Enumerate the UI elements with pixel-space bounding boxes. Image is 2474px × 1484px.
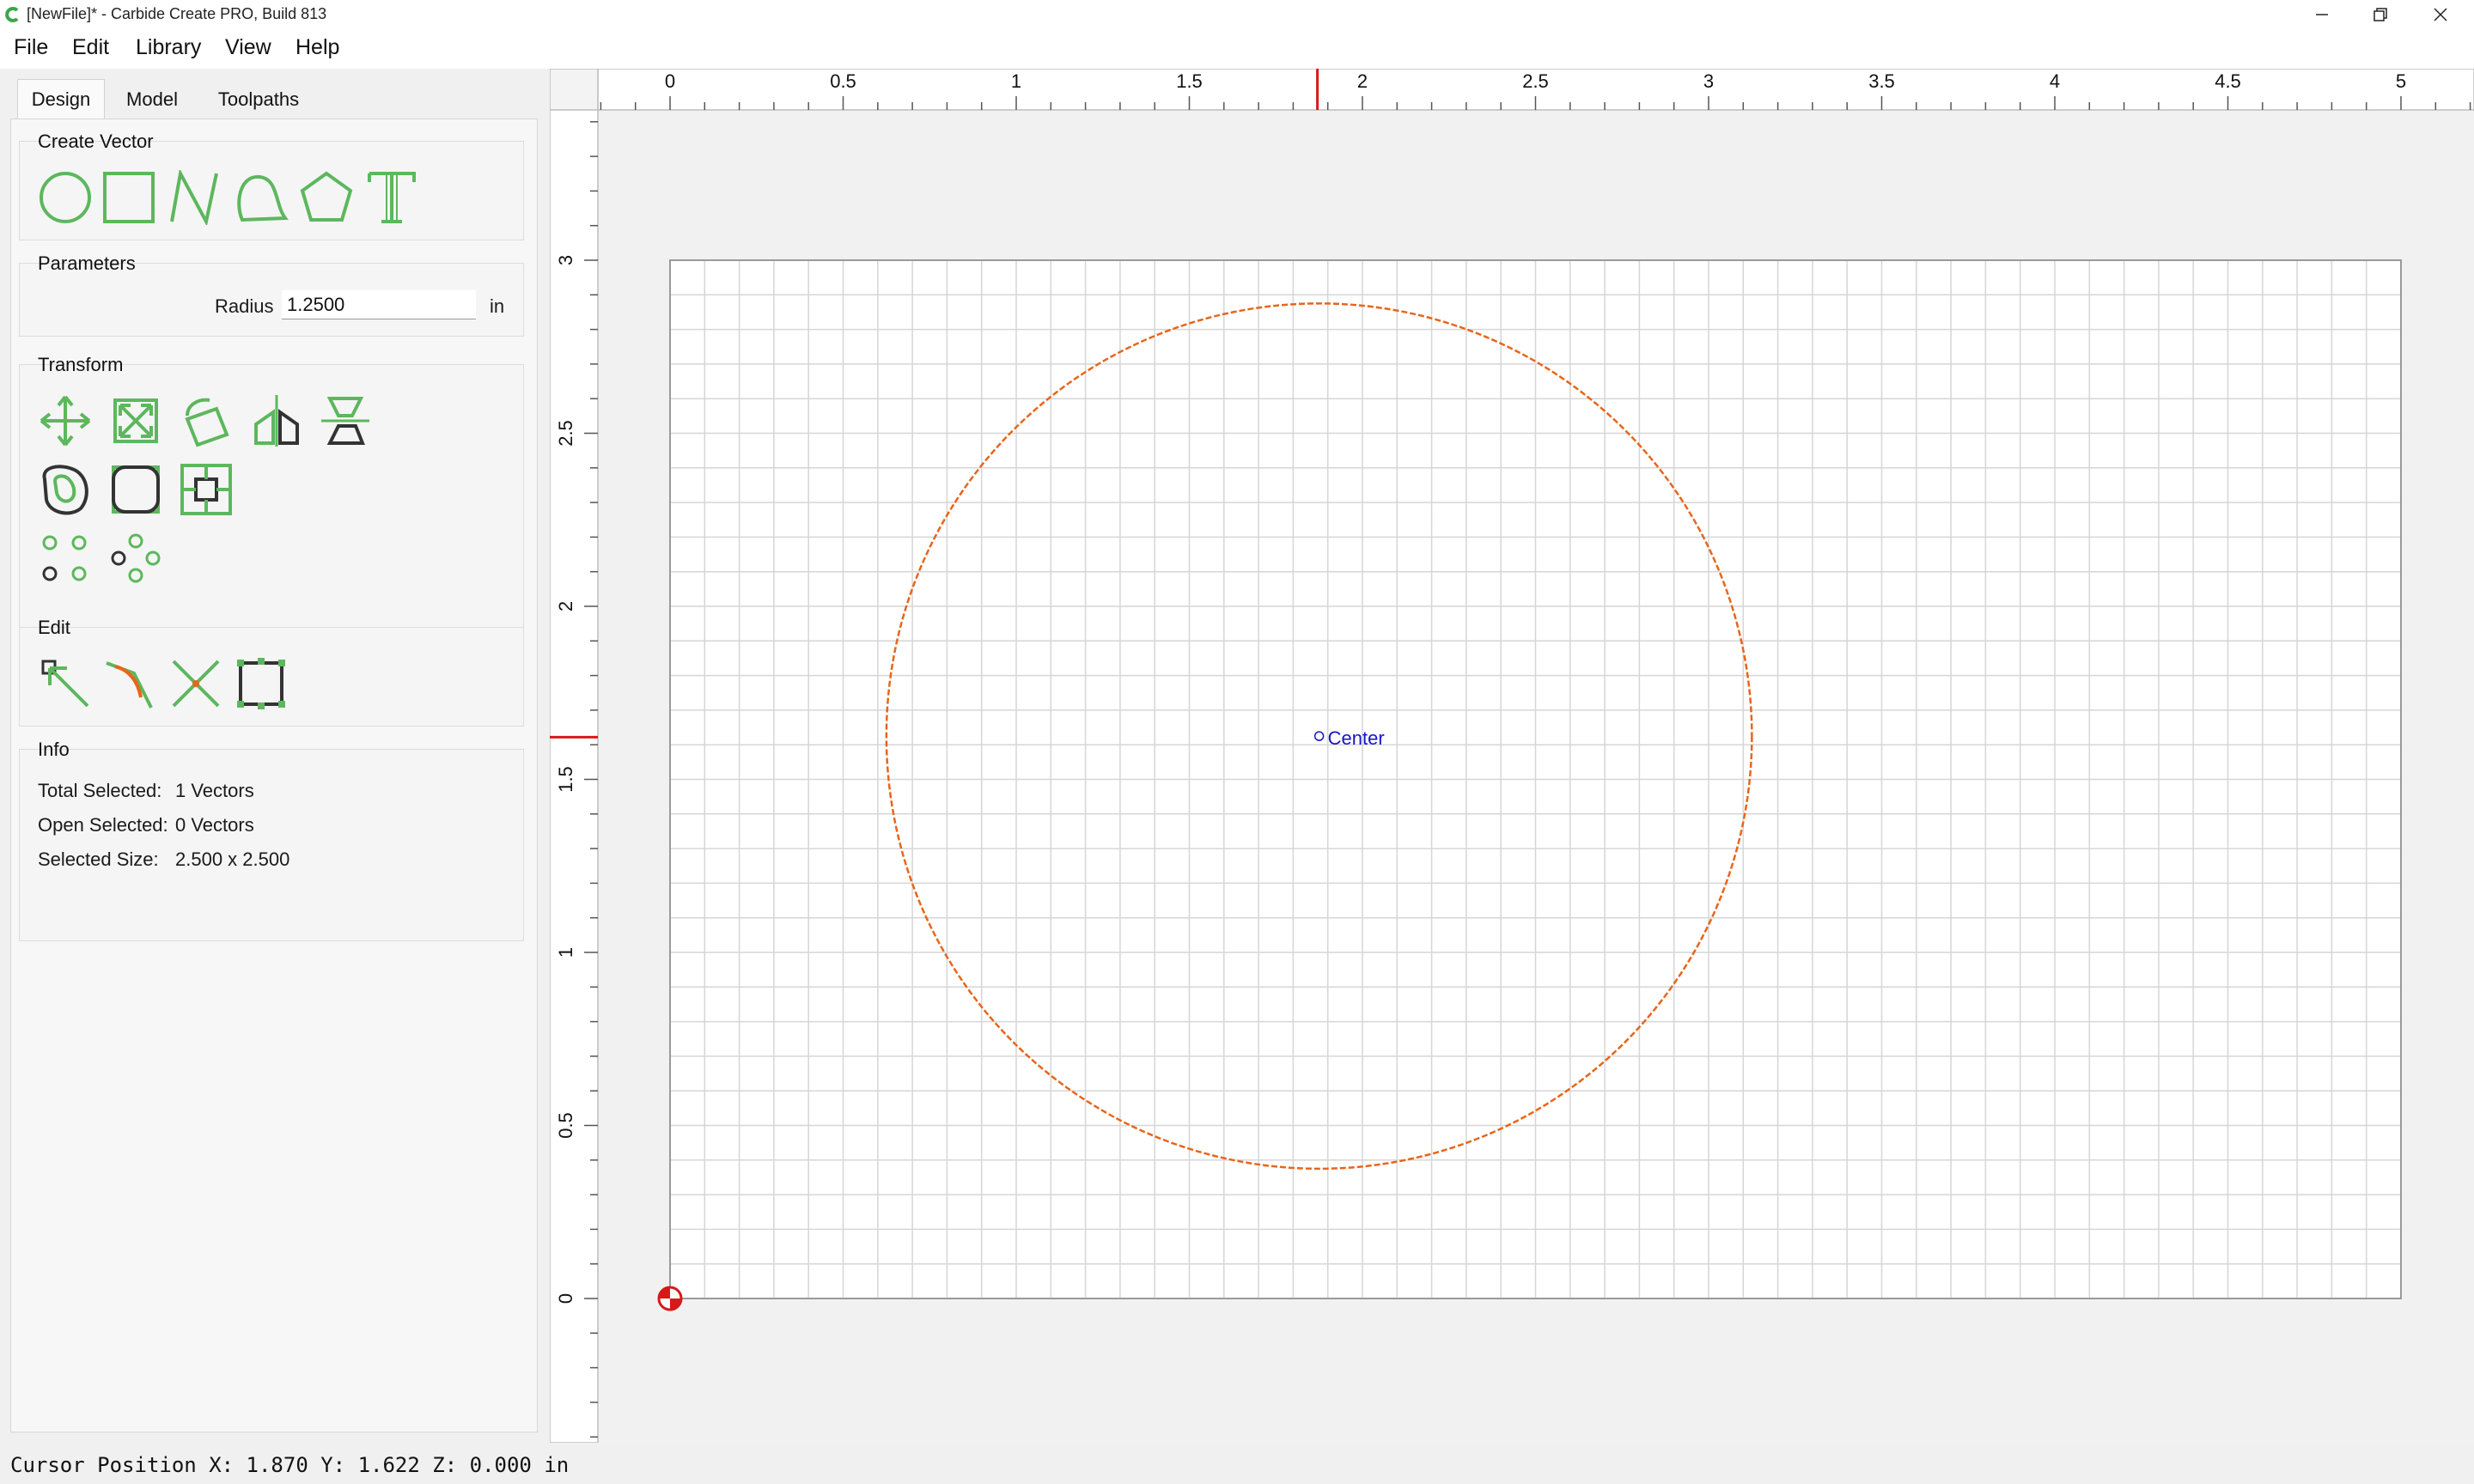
bounding-box-tool-button[interactable] xyxy=(175,459,237,520)
selected-size-value: 2.500 x 2.500 xyxy=(175,848,290,870)
move-tool-button[interactable] xyxy=(34,390,96,452)
trim-icon xyxy=(172,660,220,708)
offset-tool-button[interactable] xyxy=(34,459,96,520)
mirror-icon xyxy=(254,395,299,447)
rotate-tool-button[interactable] xyxy=(175,390,237,452)
polygon-icon xyxy=(300,171,353,222)
offset-icon xyxy=(42,465,88,515)
status-bar: Cursor Position X: 1.870 Y: 1.622 Z: 0.0… xyxy=(0,1443,2474,1484)
design-canvas[interactable]: Center 0 0.5 1 1.5 2 2.5 3 3.5 4 4.5 5 0 0.5 1 1.5 2 2.5 3 xyxy=(550,69,2474,1443)
radius-input[interactable] xyxy=(282,290,476,319)
parameters-title: Parameters xyxy=(38,252,136,274)
polyline-icon xyxy=(170,170,218,225)
boolean-box-icon xyxy=(237,658,285,709)
edit-title: Edit xyxy=(38,617,70,638)
x-ruler-label: 2 xyxy=(1357,70,1368,92)
rectangle-icon xyxy=(103,172,155,223)
y-ruler-label: 1 xyxy=(555,947,576,958)
curve-icon xyxy=(237,175,289,222)
restore-button[interactable] xyxy=(2352,0,2409,29)
total-selected-label: Total Selected: xyxy=(38,780,162,801)
text-icon xyxy=(368,172,416,223)
canvas-svg[interactable]: Center 0 0.5 1 1.5 2 2.5 3 3.5 4 4.5 5 0 0.5 1 1.5 2 2.5 3 xyxy=(550,69,2474,1443)
x-ruler-label: 2.5 xyxy=(1522,70,1549,92)
mirror-tool-button[interactable] xyxy=(246,390,308,452)
y-ruler-label: 1.5 xyxy=(555,766,576,793)
array-grid-tool-button[interactable] xyxy=(34,527,96,589)
info-title: Info xyxy=(38,739,70,760)
align-tool-button[interactable] xyxy=(314,390,376,452)
align-icon xyxy=(321,397,369,445)
text-tool-button[interactable] xyxy=(361,167,423,228)
fillet-icon xyxy=(112,465,160,514)
menu-edit[interactable]: Edit xyxy=(72,35,109,60)
polygon-tool-button[interactable] xyxy=(296,167,357,228)
selected-size-label: Selected Size: xyxy=(38,848,159,870)
move-icon xyxy=(40,395,91,447)
circular-array-icon xyxy=(111,533,161,583)
menu-view[interactable]: View xyxy=(225,35,271,60)
x-ruler-label: 0.5 xyxy=(830,70,856,92)
minimize-icon xyxy=(2316,14,2328,15)
app-icon xyxy=(5,7,19,22)
menu-help[interactable]: Help xyxy=(296,35,339,60)
x-ruler-label: 1.5 xyxy=(1176,70,1203,92)
bounding-box-icon xyxy=(180,464,232,515)
y-ruler-label: 2 xyxy=(555,601,576,611)
x-ruler-label: 1 xyxy=(1011,70,1021,92)
radius-unit-label: in xyxy=(490,295,505,317)
restore-icon xyxy=(2373,8,2387,21)
cursor-position-status: Cursor Position X: 1.870 Y: 1.622 Z: 0.0… xyxy=(10,1453,570,1477)
menu-file[interactable]: File xyxy=(14,35,48,60)
open-selected-value: 0 Vectors xyxy=(175,814,254,836)
close-icon xyxy=(2434,8,2447,21)
open-selected-label: Open Selected: xyxy=(38,814,168,836)
scale-tool-button[interactable] xyxy=(105,390,167,452)
tangent-icon xyxy=(106,661,153,709)
transform-title: Transform xyxy=(38,354,124,375)
minimize-button[interactable] xyxy=(2294,0,2350,29)
title-bar: [NewFile]* - Carbide Create PRO, Build 8… xyxy=(0,0,2474,29)
center-label: Center xyxy=(1328,727,1385,749)
radius-label: Radius xyxy=(215,295,274,317)
x-ruler-label: 3 xyxy=(1703,70,1714,92)
array-grid-icon xyxy=(42,535,87,581)
ruler-corner xyxy=(550,69,599,111)
tab-design[interactable]: Design xyxy=(17,79,105,119)
x-ruler-label: 4.5 xyxy=(2215,70,2241,92)
x-ruler-label: 0 xyxy=(665,70,675,92)
rotate-icon xyxy=(185,398,229,447)
window-title: [NewFile]* - Carbide Create PRO, Build 8… xyxy=(27,5,327,22)
vertical-ruler xyxy=(550,69,599,1443)
total-selected-value: 1 Vectors xyxy=(175,780,254,801)
y-ruler-label: 3 xyxy=(555,255,576,265)
curve-tool-button[interactable] xyxy=(230,167,292,228)
tab-toolpaths[interactable]: Toolpaths xyxy=(201,81,316,119)
fillet-tool-button[interactable] xyxy=(105,459,167,520)
x-ruler-label: 4 xyxy=(2050,70,2060,92)
close-button[interactable] xyxy=(2412,0,2469,29)
circle-tool-button[interactable] xyxy=(34,167,96,228)
left-panel: Design Model Toolpaths Create Vector Par… xyxy=(0,69,550,1436)
circular-array-tool-button[interactable] xyxy=(105,527,167,589)
tangent-tool-button[interactable] xyxy=(100,653,161,715)
node-edit-icon xyxy=(41,660,89,708)
y-ruler-label: 2.5 xyxy=(555,420,576,447)
create-vector-title: Create Vector xyxy=(38,131,154,152)
tab-model[interactable]: Model xyxy=(110,81,194,119)
circle-icon xyxy=(40,172,91,223)
polyline-tool-button[interactable] xyxy=(163,167,225,228)
x-ruler-label: 3.5 xyxy=(1868,70,1895,92)
x-ruler-label: 5 xyxy=(2396,70,2406,92)
scale-icon xyxy=(113,398,158,443)
node-edit-tool-button[interactable] xyxy=(34,653,96,715)
rectangle-tool-button[interactable] xyxy=(98,167,160,228)
menu-library[interactable]: Library xyxy=(136,35,201,60)
trim-tool-button[interactable] xyxy=(165,653,227,715)
menu-bar: File Edit Library View Help xyxy=(0,29,2474,69)
y-ruler-label: 0.5 xyxy=(555,1112,576,1139)
y-ruler-label: 0 xyxy=(555,1293,576,1304)
boolean-box-tool-button[interactable] xyxy=(230,653,292,715)
info-group xyxy=(19,749,524,941)
